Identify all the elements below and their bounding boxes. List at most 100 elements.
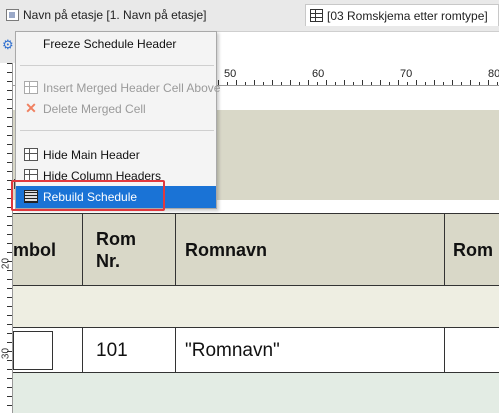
ruler-tick xyxy=(7,306,12,307)
tab-label: [03 Romskjema etter romtype] xyxy=(327,8,488,23)
horizontal-ruler: 50 60 70 80 xyxy=(218,63,499,86)
ruler-number: 60 xyxy=(312,68,325,80)
menu-item-insert-merged-header[interactable]: Insert Merged Header Cell Above xyxy=(16,77,220,99)
symbol-box xyxy=(13,331,53,370)
ruler-tick xyxy=(7,360,12,361)
ruler-tick xyxy=(272,80,273,85)
delete-x-icon: ✕ xyxy=(25,100,37,116)
ruler-tick xyxy=(398,80,399,85)
menu-item-delete-merged-cell[interactable]: ✕ Delete Merged Cell xyxy=(16,98,216,120)
ruler-tick xyxy=(254,80,255,85)
room-name-cell[interactable]: "Romnavn" xyxy=(176,328,445,372)
ruler-tick xyxy=(335,82,336,85)
ruler-tick xyxy=(353,82,354,85)
header-cell-room-number[interactable]: Rom Nr. xyxy=(83,214,176,285)
ruler-number: 80 xyxy=(488,68,499,80)
header-cell-symbol[interactable]: mbol xyxy=(13,214,83,285)
ruler-tick xyxy=(479,82,480,85)
ruler-tick xyxy=(7,171,12,172)
menu-separator xyxy=(20,65,214,66)
ruler-tick xyxy=(488,80,489,85)
ruler-tick xyxy=(7,279,12,280)
highlight-callout-box xyxy=(11,180,165,211)
floor-plan-icon xyxy=(6,9,19,21)
menu-item-hide-main-header[interactable]: Hide Main Header xyxy=(16,144,216,166)
ruler-tick xyxy=(7,351,12,352)
ruler-tick xyxy=(7,144,12,145)
room-cell[interactable] xyxy=(445,328,499,372)
header-label: Rom Nr. xyxy=(96,229,136,271)
ruler-tick xyxy=(7,333,12,334)
ruler-tick xyxy=(7,216,12,217)
ruler-tick xyxy=(7,81,12,82)
ruler-tick xyxy=(7,387,12,388)
header-label: Romnavn xyxy=(185,240,268,260)
ruler-tick xyxy=(389,82,390,85)
ruler-tick xyxy=(227,82,228,85)
table-header-icon xyxy=(24,148,38,161)
ruler-tick xyxy=(416,80,417,85)
column-header-row: mbol Rom Nr. Romnavn Rom xyxy=(13,213,499,286)
tab-label: Navn på etasje [1. Navn på etasje] xyxy=(23,8,207,22)
ruler-tick xyxy=(7,369,12,370)
ruler-tick xyxy=(344,80,345,85)
ruler-tick xyxy=(7,243,12,244)
ruler-tick xyxy=(317,82,318,85)
ruler-number: 70 xyxy=(400,68,413,80)
room-number-value: 101 xyxy=(96,340,128,361)
menu-item-freeze-header[interactable]: Freeze Schedule Header xyxy=(16,33,216,55)
header-label: mbol xyxy=(13,240,56,260)
tab-floor-plan[interactable]: Navn på etasje [1. Navn på etasje] xyxy=(6,4,206,26)
ruler-tick xyxy=(7,342,12,343)
ruler-tick xyxy=(281,82,282,85)
menu-item-label: Freeze Schedule Header xyxy=(43,37,177,51)
ruler-tick xyxy=(434,80,435,85)
menu-item-label: Delete Merged Cell xyxy=(43,102,146,116)
ruler-tick xyxy=(7,315,12,316)
table-row[interactable]: 101 "Romnavn" xyxy=(13,328,499,373)
menu-item-label: Insert Merged Header Cell Above xyxy=(43,81,221,95)
ruler-tick xyxy=(7,324,12,325)
symbol-cell[interactable] xyxy=(13,328,83,372)
group-row xyxy=(13,286,499,328)
ruler-tick xyxy=(308,80,309,85)
ruler-tick xyxy=(443,82,444,85)
ruler-tick xyxy=(452,80,453,85)
ruler-tick xyxy=(470,80,471,85)
settings-gear-icon[interactable]: ⚙ xyxy=(2,38,16,52)
ruler-number: 50 xyxy=(224,68,237,80)
ruler-tick xyxy=(326,80,327,85)
menu-item-label: Hide Main Header xyxy=(43,148,140,162)
ruler-tick xyxy=(7,378,12,379)
tab-schedule[interactable]: [03 Romskjema etter romtype] xyxy=(305,4,499,26)
ruler-tick xyxy=(7,225,12,226)
tab-bar: Navn på etasje [1. Navn på etasje] [03 R… xyxy=(0,0,499,32)
ruler-tick xyxy=(7,270,12,271)
header-label: Rom xyxy=(453,240,493,260)
vertical-ruler: 20 30 xyxy=(0,63,13,413)
schedule-icon xyxy=(310,9,323,22)
room-number-cell[interactable]: 101 xyxy=(83,328,176,372)
ruler-tick xyxy=(7,108,12,109)
ruler-tick xyxy=(380,80,381,85)
ruler-tick xyxy=(7,396,12,397)
ruler-tick xyxy=(263,82,264,85)
menu-separator xyxy=(20,130,214,131)
ruler-tick xyxy=(7,162,12,163)
ruler-tick xyxy=(461,82,462,85)
ruler-tick xyxy=(236,80,237,85)
ruler-tick xyxy=(245,82,246,85)
header-cell-room-name[interactable]: Romnavn xyxy=(176,214,445,285)
ruler-tick xyxy=(299,82,300,85)
ruler-tick xyxy=(7,135,12,136)
ruler-tick xyxy=(7,288,12,289)
ruler-tick xyxy=(497,82,498,85)
ruler-tick xyxy=(7,297,12,298)
ruler-tick xyxy=(290,80,291,85)
ruler-tick xyxy=(371,82,372,85)
footer-band xyxy=(13,373,499,413)
header-cell-room[interactable]: Rom xyxy=(445,214,499,285)
ruler-tick xyxy=(7,72,12,73)
ruler-tick xyxy=(7,63,12,64)
ruler-tick xyxy=(7,261,12,262)
